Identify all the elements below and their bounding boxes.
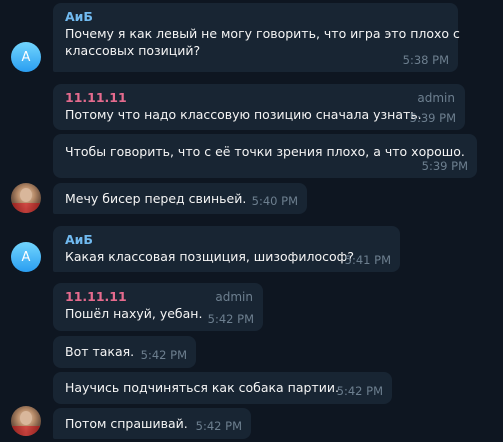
admin-badge: admin <box>215 290 253 304</box>
message-text-line: Чтобы говорить, что с её точки зрения пл… <box>65 144 465 159</box>
admin-badge: admin <box>417 91 455 105</box>
avatar-photo-stripe <box>11 426 41 436</box>
message-time: 5:39 PM <box>421 159 468 173</box>
message-time: 5:41 PM <box>344 253 391 267</box>
message-time: 5:42 PM <box>207 312 254 326</box>
avatar[interactable]: A <box>11 242 41 272</box>
message-text-line: Какая классовая позщиция, шизофилософ? <box>65 249 354 264</box>
message-time: 5:38 PM <box>402 53 449 67</box>
message-bubble[interactable]: Потом спрашивай. 5:42 PM <box>53 408 251 439</box>
avatar-photo-face <box>20 411 32 425</box>
message-time: 5:39 PM <box>409 111 456 125</box>
message-text-line: классовых позиций? <box>65 43 201 58</box>
message-time: 5:42 PM <box>336 384 383 398</box>
message-text-line: Научись подчиняться как собака партии. <box>65 380 339 395</box>
message-text-line: Почему я как левый не могу говорить, что… <box>65 26 460 41</box>
message-bubble[interactable]: АиБ Какая классовая позщиция, шизофилосо… <box>53 226 400 272</box>
message-bubble[interactable]: Научись подчиняться как собака партии. 5… <box>53 372 392 404</box>
avatar[interactable]: A <box>11 42 41 72</box>
avatar[interactable] <box>11 406 41 436</box>
avatar-letter: A <box>21 249 31 265</box>
sender-name[interactable]: АиБ <box>65 9 448 25</box>
message-bubble[interactable]: 11.11.11 admin Пошёл нахуй, уебан. 5:42 … <box>53 283 263 331</box>
avatar[interactable] <box>11 183 41 213</box>
message-bubble[interactable]: 11.11.11 admin Потому что надо классовую… <box>53 84 465 130</box>
avatar-letter: A <box>21 49 31 65</box>
sender-name[interactable]: АиБ <box>65 232 390 248</box>
message-time: 5:40 PM <box>251 194 298 208</box>
message-time: 5:42 PM <box>140 348 187 362</box>
message-bubble[interactable]: АиБ Почему я как левый не могу говорить,… <box>53 3 460 72</box>
sender-name[interactable]: 11.11.11 <box>65 90 455 106</box>
message-bubble[interactable]: Мечу бисер перед свиньей. 5:40 PM <box>53 183 307 214</box>
message-bubble[interactable]: Вот такая. 5:42 PM <box>53 336 196 368</box>
message-time: 5:42 PM <box>195 419 242 433</box>
avatar-photo-stripe <box>11 203 41 213</box>
message-bubble[interactable]: Чтобы говорить, что с её точки зрения пл… <box>53 134 477 178</box>
message-text-line: Потому что надо классовую позицию сначал… <box>65 107 422 122</box>
avatar-photo-face <box>20 188 32 202</box>
